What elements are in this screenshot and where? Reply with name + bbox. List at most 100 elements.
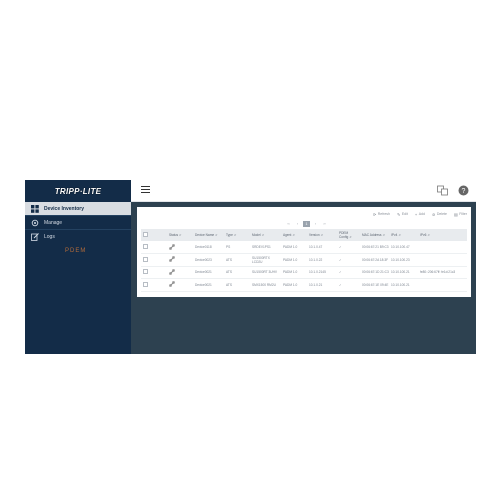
log-edit-icon	[30, 232, 39, 241]
device-name-cell[interactable]: Device0021	[193, 266, 224, 279]
table-row[interactable]: Device0118 PS SRDEV1PS1 PADM 1.0 10.1.0.…	[141, 241, 467, 254]
status-cell	[167, 266, 193, 279]
column-header-device-name[interactable]: Device Name⇵	[193, 229, 224, 241]
column-header-ipv4[interactable]: IPv4⇵	[389, 229, 418, 241]
type-cell: ATS	[224, 253, 250, 267]
brand-logo: TRIPP·LITE	[25, 180, 131, 202]
column-header-ipv6[interactable]: IPv6⇵	[418, 229, 467, 241]
device-name-cell[interactable]: Device0118	[193, 241, 224, 254]
row-checkbox[interactable]	[143, 256, 148, 262]
model-cell: SU1500RTX LCD2U	[250, 253, 281, 267]
device-inventory-panel: ⟳ Refresh ✎ Edit + Add ⊘ Delete ▤ Filter ‹‹ ‹…	[137, 207, 471, 297]
previous-page-button[interactable]: ‹	[294, 221, 301, 227]
table-row[interactable]: Device0021 ATS SU1500RT 3UHV PADM 1.0 10…	[141, 266, 467, 279]
language-icon[interactable]	[437, 185, 448, 196]
pdem-config-cell: ✓	[337, 266, 360, 279]
last-page-button[interactable]: ››	[321, 221, 328, 227]
select-all-checkbox[interactable]	[143, 232, 148, 237]
gear-icon	[30, 218, 39, 227]
status-cell	[167, 253, 193, 267]
next-page-button[interactable]: ›	[312, 221, 319, 227]
refresh-button[interactable]: ⟳ Refresh	[373, 212, 390, 217]
table-row[interactable]: Device0023 ATS SU1500RTX LCD2U PADM 1.0 …	[141, 253, 467, 267]
model-cell: SMX1500 RM2U	[250, 278, 281, 292]
ipv6-cell	[418, 278, 467, 292]
row-checkbox-cell[interactable]	[141, 241, 167, 254]
ipv4-cell: 10.10.100.47	[389, 241, 418, 254]
row-checkbox-cell[interactable]	[141, 266, 167, 279]
add-button[interactable]: + Add	[415, 212, 425, 217]
delete-button[interactable]: ⊘ Delete	[432, 212, 447, 217]
row-checkbox[interactable]	[143, 281, 148, 287]
pdem-config-cell: ✓	[337, 278, 360, 292]
mac-address-cell: 00:06:67:2A 18:3F	[360, 253, 389, 267]
device-table: Status⇵ Device Name⇵ Type⇵ Model⇵ Agent⇵…	[141, 229, 467, 292]
current-page[interactable]: 1	[303, 220, 310, 227]
ipv4-cell: 10.10.100.21	[389, 278, 418, 292]
link-icon	[169, 281, 175, 288]
column-header-version[interactable]: Version⇵	[307, 229, 337, 241]
edit-icon: ✎	[396, 211, 401, 217]
mac-address-cell: 00:06:67:1E 09:4E	[360, 278, 389, 292]
sidebar-item-manage[interactable]: Manage	[25, 216, 131, 229]
edit-button[interactable]: ✎ Edit	[397, 212, 408, 217]
row-checkbox[interactable]	[143, 269, 148, 275]
agent-cell: PADM 1.0	[281, 253, 307, 267]
add-icon: +	[414, 211, 418, 217]
hamburger-icon[interactable]	[141, 186, 150, 195]
column-header-status[interactable]: Status⇵	[167, 229, 193, 241]
grid-icon	[30, 204, 39, 213]
ipv4-cell: 10.10.100.21	[389, 266, 418, 279]
product-mark: PDEM	[65, 248, 87, 254]
select-all-checkbox-cell[interactable]	[141, 229, 167, 241]
delete-icon: ⊘	[431, 211, 436, 217]
first-page-button[interactable]: ‹‹	[285, 221, 292, 227]
table-header-row: Status⇵ Device Name⇵ Type⇵ Model⇵ Agent⇵…	[141, 229, 467, 241]
row-checkbox[interactable]	[143, 244, 148, 249]
table-toolbar: ⟳ Refresh ✎ Edit + Add ⊘ Delete ▤ Filter	[366, 210, 467, 218]
mac-address-cell: 00:06:67:1D 21:C3	[360, 266, 389, 279]
pdem-config-cell: ✓	[337, 241, 360, 254]
column-header-agent[interactable]: Agent⇵	[281, 229, 307, 241]
row-checkbox-cell[interactable]	[141, 278, 167, 292]
top-bar: ?	[131, 180, 476, 202]
mac-address-cell: 00:06:67:21 B9:C3	[360, 241, 389, 254]
agent-cell: PADM 1.0	[281, 266, 307, 279]
table-row[interactable]: Device0021 ATS SMX1500 RM2U PADM 1.0 10.…	[141, 278, 467, 292]
sidebar-item-label: Manage	[44, 219, 63, 226]
sidebar-item-device-inventory[interactable]: Device Inventory	[25, 202, 131, 215]
device-name-cell[interactable]: Device0021	[193, 278, 224, 292]
brand-logo-text: TRIPP·LITE	[54, 186, 102, 196]
device-name-cell[interactable]: Device0023	[193, 253, 224, 267]
column-header-type[interactable]: Type⇵	[224, 229, 250, 241]
agent-cell: PADM 1.0	[281, 278, 307, 292]
pdem-config-cell: ✓	[337, 253, 360, 267]
sidebar-item-label: Device Inventory	[44, 205, 85, 212]
link-icon	[169, 268, 175, 275]
app-window: TRIPP·LITE Device Inventory Manage Logs …	[25, 180, 476, 354]
filter-button[interactable]: ▤ Filter	[454, 212, 467, 217]
sidebar-item-label: Logs	[44, 233, 55, 240]
ipv6-cell: fe80::206:67ff: fe1d:21c3	[418, 266, 467, 279]
column-header-mac-address[interactable]: MAC Address⇵	[360, 229, 389, 241]
version-cell: 10.1.0.22	[307, 253, 337, 267]
agent-cell: PADM 1.0	[281, 241, 307, 254]
pagination: ‹‹ ‹ 1 › ››	[285, 220, 330, 227]
type-cell: PS	[224, 241, 250, 254]
link-icon	[169, 256, 175, 263]
column-header-pdem-config[interactable]: PDEM Config⇵	[337, 229, 360, 241]
link-icon	[169, 243, 175, 250]
column-header-model[interactable]: Model⇵	[250, 229, 281, 241]
type-cell: ATS	[224, 278, 250, 292]
row-checkbox-cell[interactable]	[141, 253, 167, 267]
ipv6-cell	[418, 241, 467, 254]
model-cell: SU1500RT 3UHV	[250, 266, 281, 279]
filter-icon: ▤	[453, 211, 458, 217]
version-cell: 10.1.0.2145	[307, 266, 337, 279]
model-cell: SRDEV1PS1	[250, 241, 281, 254]
version-cell: 10.1.0.21	[307, 278, 337, 292]
version-cell: 10.1.0.47	[307, 241, 337, 254]
sidebar-item-logs[interactable]: Logs	[25, 230, 131, 243]
refresh-icon: ⟳	[372, 211, 377, 217]
help-icon[interactable]: ?	[458, 185, 469, 196]
